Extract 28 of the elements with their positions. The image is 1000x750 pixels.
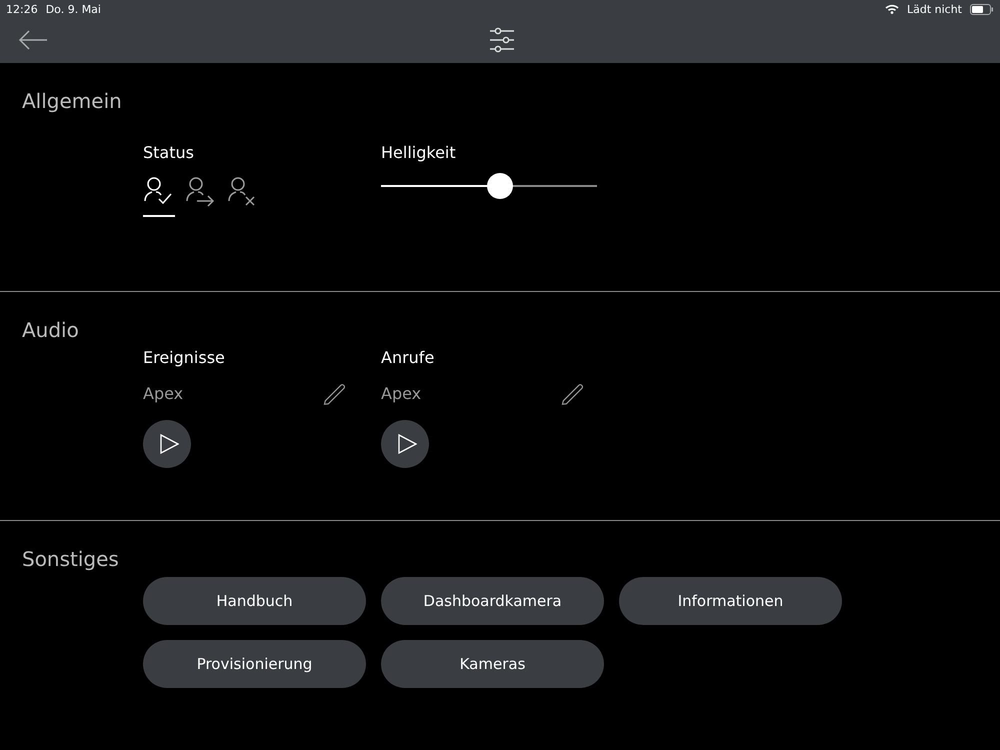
- brightness-slider[interactable]: [381, 173, 597, 199]
- play-icon: [397, 434, 417, 454]
- menu-button[interactable]: Provisionierung: [143, 640, 366, 688]
- menu-button[interactable]: Dashboardkamera: [381, 577, 604, 625]
- play-button[interactable]: [143, 420, 191, 468]
- menu-button[interactable]: Informationen: [619, 577, 842, 625]
- section-title: Audio: [22, 318, 79, 342]
- slider-thumb[interactable]: [486, 173, 513, 199]
- section-title: Sonstiges: [22, 547, 119, 571]
- wifi-icon: [884, 4, 899, 14]
- charging-status: Lädt nicht: [906, 2, 962, 16]
- section-title: Allgemein: [22, 89, 122, 113]
- status-time: 12:26: [6, 2, 38, 16]
- play-button[interactable]: [381, 420, 429, 468]
- sliders-icon[interactable]: [489, 27, 515, 53]
- back-button[interactable]: [18, 30, 48, 52]
- audio-label: Ereignisse: [143, 348, 225, 368]
- user-check-icon[interactable]: [143, 175, 175, 217]
- brightness-label: Helligkeit: [381, 143, 456, 163]
- sound-name: Apex: [381, 384, 422, 402]
- battery-icon: [970, 4, 994, 14]
- menu-button[interactable]: Kameras: [381, 640, 604, 688]
- status-label: Status: [143, 143, 194, 163]
- status-date: Do. 9. Mai: [46, 2, 101, 16]
- play-icon: [159, 434, 179, 454]
- sound-name: Apex: [143, 384, 184, 402]
- audio-label: Anrufe: [381, 348, 434, 368]
- menu-button[interactable]: Handbuch: [143, 577, 366, 625]
